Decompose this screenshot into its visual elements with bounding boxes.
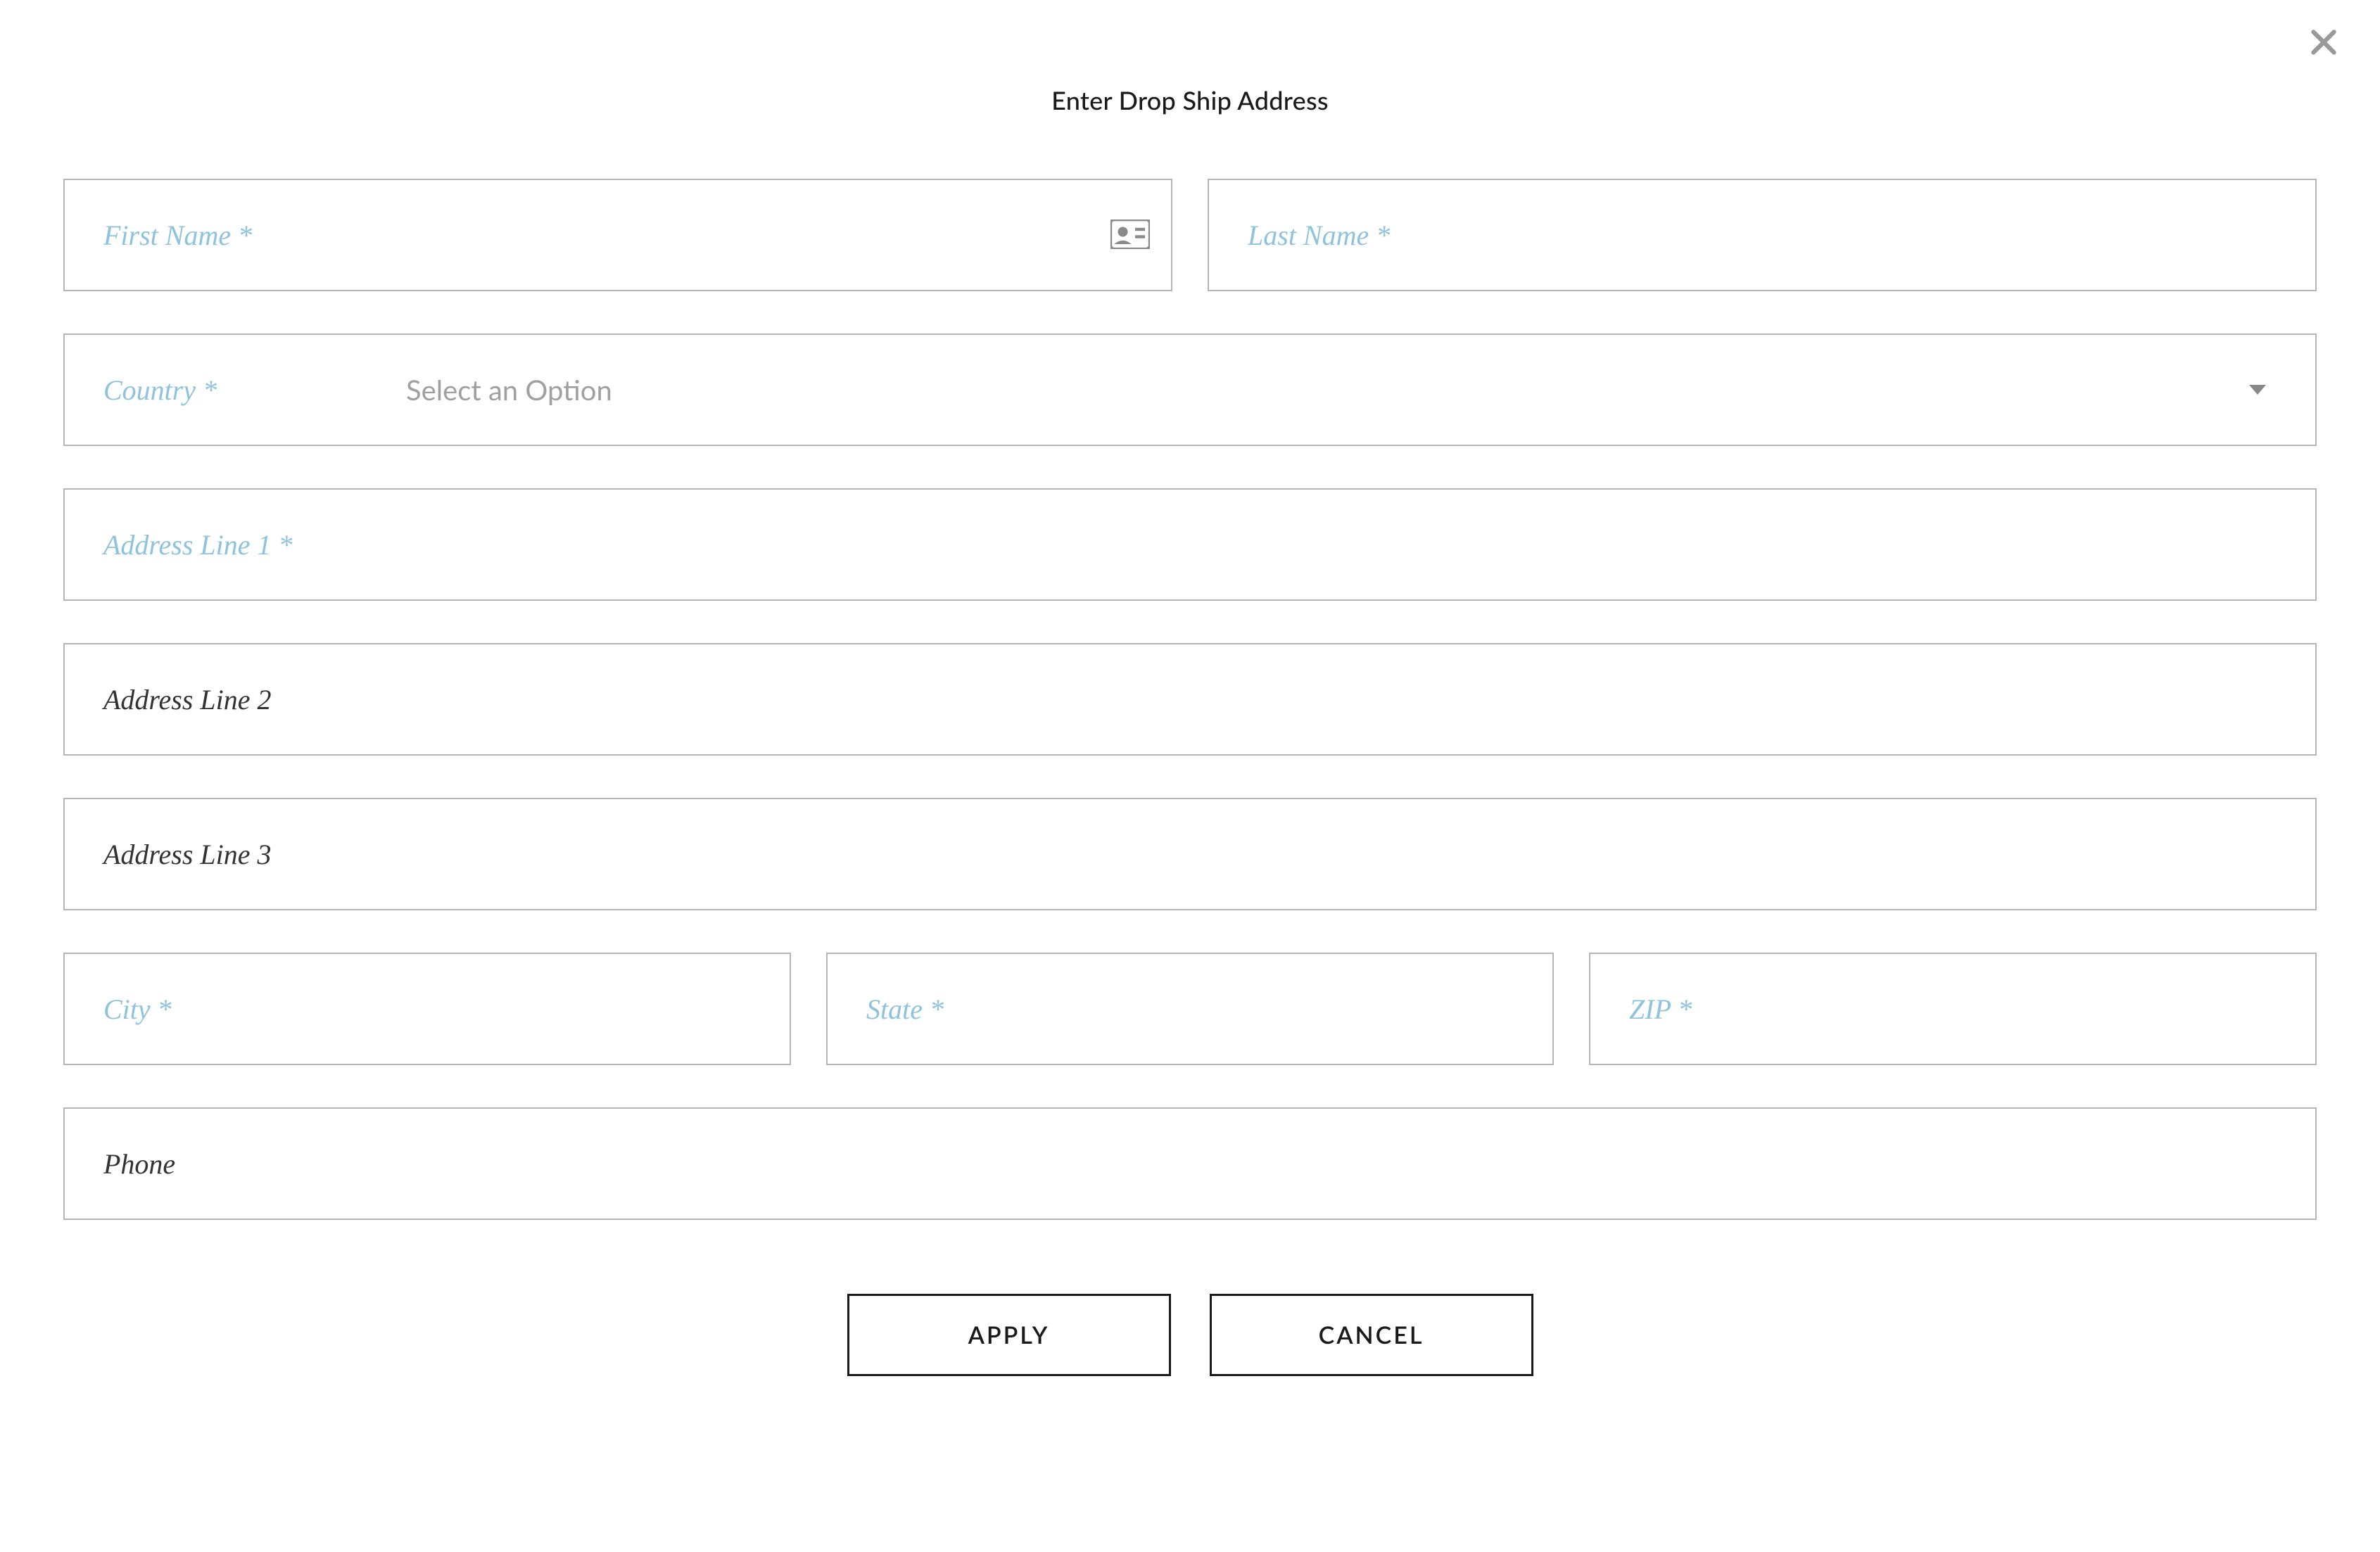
last-name-field[interactable]: Last Name * [1208, 179, 2317, 291]
first-name-field[interactable]: First Name * [63, 179, 1172, 291]
phone-label: Phone [103, 1147, 175, 1181]
city-field[interactable]: City * [63, 953, 791, 1065]
country-placeholder: Select an Option [406, 373, 2277, 407]
address-line-1-field[interactable]: Address Line 1 * [63, 488, 2317, 601]
address-line-1-label: Address Line 1 * [103, 528, 293, 561]
last-name-label: Last Name * [1248, 219, 1390, 252]
drop-ship-address-modal: Enter Drop Ship Address First Name * Las… [0, 0, 2380, 1552]
cancel-button[interactable]: CANCEL [1210, 1294, 1533, 1376]
close-button[interactable] [2303, 21, 2345, 63]
state-field[interactable]: State * [826, 953, 1554, 1065]
modal-title: Enter Drop Ship Address [63, 84, 2317, 115]
contact-card-icon [1110, 220, 1150, 250]
state-label: State * [866, 993, 944, 1026]
first-name-label: First Name * [103, 219, 252, 252]
apply-button[interactable]: APPLY [847, 1294, 1171, 1376]
phone-field[interactable]: Phone [63, 1107, 2317, 1220]
country-select[interactable]: Country * Select an Option [63, 333, 2317, 446]
address-line-3-label: Address Line 3 [103, 838, 272, 871]
zip-label: ZIP * [1629, 993, 1692, 1026]
button-row: APPLY CANCEL [63, 1294, 2317, 1376]
address-line-3-field[interactable]: Address Line 3 [63, 798, 2317, 910]
chevron-down-icon [2249, 385, 2266, 395]
city-label: City * [103, 993, 172, 1026]
zip-field[interactable]: ZIP * [1589, 953, 2317, 1065]
address-line-2-label: Address Line 2 [103, 683, 272, 716]
country-label: Country * [103, 374, 406, 407]
close-icon [2306, 25, 2341, 60]
address-form: First Name * Last Name * [63, 179, 2317, 1376]
address-line-2-field[interactable]: Address Line 2 [63, 643, 2317, 756]
